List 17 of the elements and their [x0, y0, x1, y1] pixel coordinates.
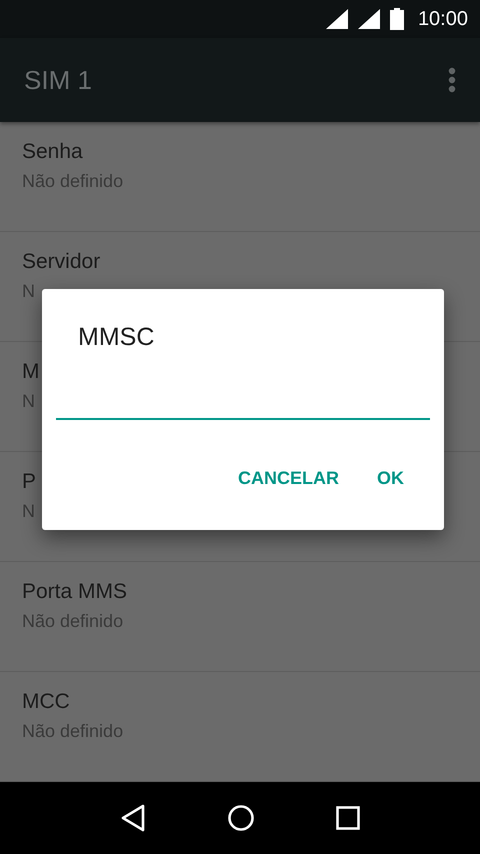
back-icon[interactable]: [120, 804, 146, 832]
more-options-icon[interactable]: [448, 67, 456, 93]
battery-icon: [390, 8, 404, 30]
dialog-button[interactable]: CANCELAR: [228, 460, 349, 497]
signal-icon: [358, 9, 380, 29]
signal-icon: [326, 9, 348, 29]
screen-title: SIM 1: [24, 64, 92, 96]
setting-title: MCC: [22, 690, 70, 714]
home-icon[interactable]: [226, 804, 255, 832]
setting-title: Porta MMS: [22, 580, 128, 604]
setting-title: Servidor: [22, 250, 100, 274]
setting-title: M: [22, 360, 40, 384]
setting-title: Senha: [22, 140, 83, 164]
clock-time: 10:00: [418, 8, 468, 30]
dialog-button[interactable]: OK: [367, 460, 414, 497]
recents-icon[interactable]: [336, 806, 360, 830]
setting-title: P: [22, 470, 36, 494]
